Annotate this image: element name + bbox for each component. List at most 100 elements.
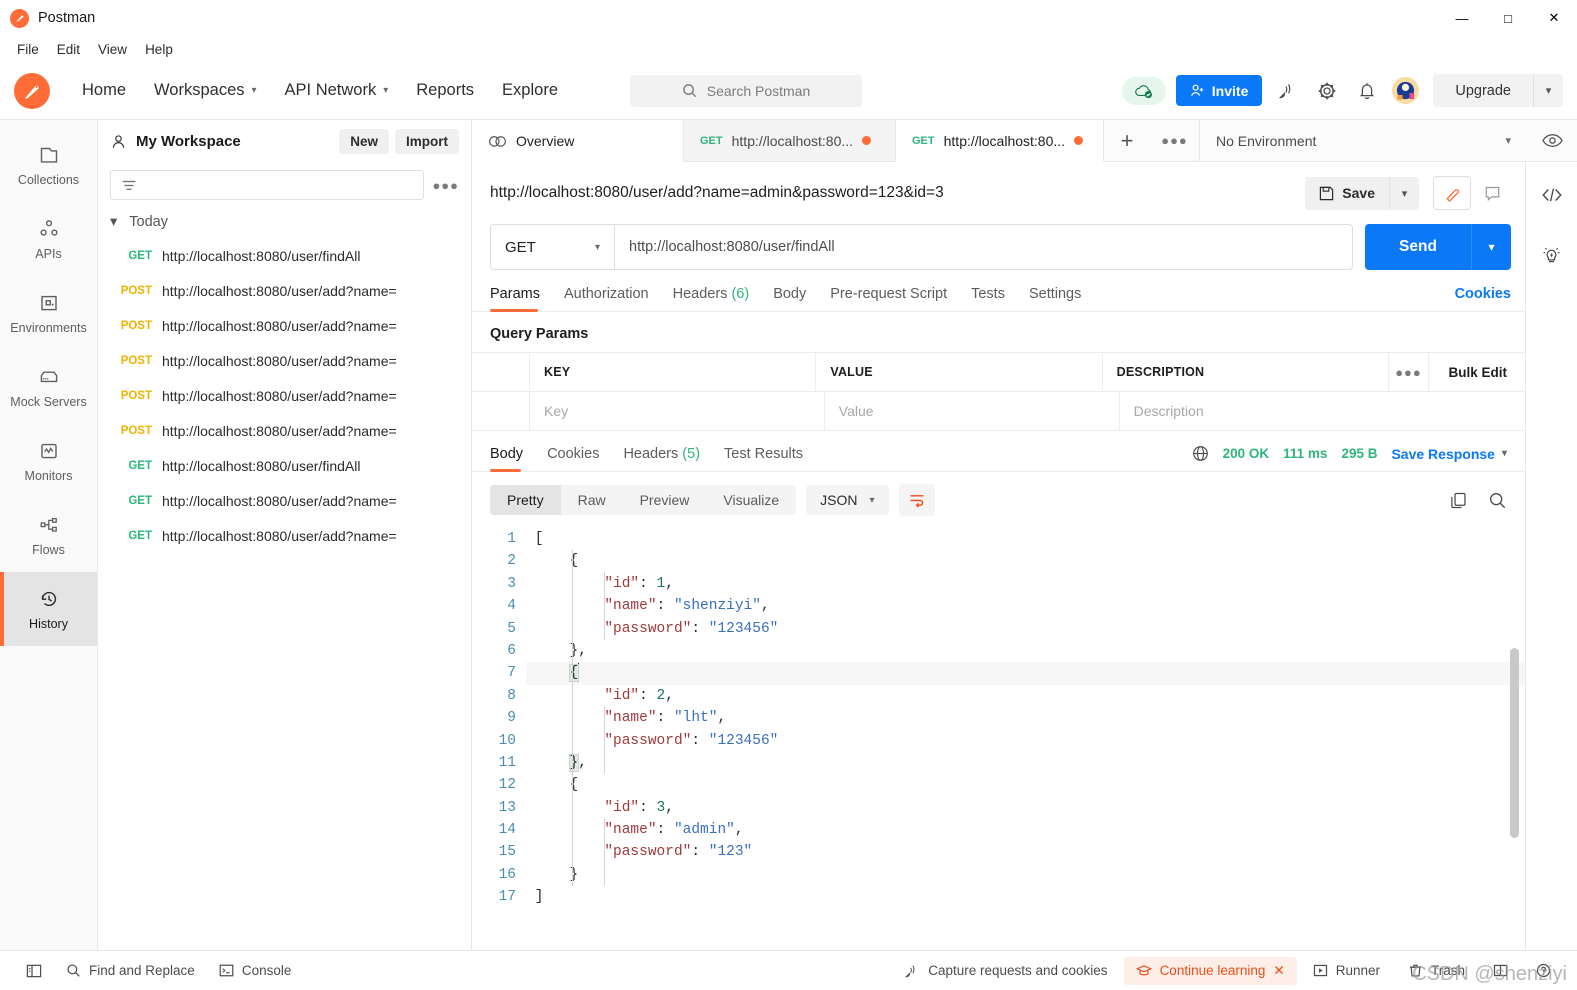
filter-input[interactable] [110,170,425,200]
list-item[interactable]: GET http://localhost:8080/user/findAll [98,238,471,273]
code-line[interactable]: ] [526,886,1525,908]
code-line[interactable]: "id": 3, [526,797,1525,819]
help-icon[interactable] [1524,957,1563,984]
nav-api-network[interactable]: API Network ▾ [271,75,403,106]
params-more-icon[interactable]: ●●● [1389,353,1429,391]
find-and-replace-button[interactable]: Find and Replace [54,957,207,984]
sidebar-item-mock-servers[interactable]: Mock Servers [0,350,97,424]
code-line[interactable]: "name": "admin", [526,819,1525,841]
code-snippet-icon[interactable] [1535,180,1569,210]
tab-overview[interactable]: Overview [472,120,684,162]
close-button[interactable]: ✕ [1531,0,1577,36]
list-item[interactable]: POST http://localhost:8080/user/add?name… [98,378,471,413]
edit-pencil-icon[interactable] [1433,176,1471,210]
sidebar-toggle-button[interactable] [14,957,54,985]
tab-more-icon[interactable]: ●●● [1150,120,1200,161]
list-item[interactable]: POST http://localhost:8080/user/add?name… [98,308,471,343]
tab-response-cookies[interactable]: Cookies [535,446,611,471]
postman-brand-logo-icon[interactable] [14,72,50,109]
nav-home[interactable]: Home [68,75,140,106]
copy-icon[interactable] [1449,491,1468,510]
code-line[interactable]: "name": "lht", [526,707,1525,729]
bulk-edit-link[interactable]: Bulk Edit [1429,353,1525,391]
list-item[interactable]: POST http://localhost:8080/user/add?name… [98,343,471,378]
http-method-select[interactable]: GET ▾ [490,224,614,270]
gear-icon[interactable] [1312,76,1342,106]
continue-learning-banner[interactable]: Continue learning ✕ [1123,956,1297,985]
tab-authorization[interactable]: Authorization [552,286,661,311]
upgrade-chevron-down-icon[interactable]: ▾ [1533,74,1563,107]
view-mode-visualize[interactable]: Visualize [706,485,796,515]
history-group-today[interactable]: ▾ Today [98,210,471,238]
menu-file[interactable]: File [8,40,48,59]
request-url-input[interactable]: http://localhost:8080/user/findAll [614,224,1353,270]
console-button[interactable]: Console [207,957,304,984]
send-chevron-down-icon[interactable]: ▾ [1471,224,1511,270]
tab-settings[interactable]: Settings [1017,286,1093,311]
list-item[interactable]: POST http://localhost:8080/user/add?name… [98,413,471,448]
tab-tests[interactable]: Tests [959,286,1017,311]
menu-view[interactable]: View [89,40,136,59]
sidebar-item-apis[interactable]: APIs [0,202,97,276]
wrap-lines-icon[interactable] [898,484,935,516]
code-line[interactable]: { [526,662,1525,685]
code-scrollbar-thumb[interactable] [1510,648,1519,838]
search-input[interactable]: Search Postman [630,74,862,107]
sidebar-item-monitors[interactable]: Monitors [0,424,97,498]
sidebar-item-environments[interactable]: Environments [0,276,97,350]
description-input[interactable]: Description [1120,392,1525,430]
tab-request-2[interactable]: GET http://localhost:80... [896,120,1104,162]
lightbulb-icon[interactable] [1535,240,1569,270]
save-chevron-down-icon[interactable]: ▾ [1389,176,1419,210]
save-response-button[interactable]: Save Response ▾ [1391,446,1507,462]
upgrade-button[interactable]: Upgrade [1433,74,1533,107]
code-line[interactable]: "id": 1, [526,573,1525,595]
response-body-code[interactable]: 1 2 3 4 5 6 7 8 9 10 11 12 13 14 15 16 17 [ { "id": 1, "… [472,528,1525,950]
view-mode-preview[interactable]: Preview [623,485,707,515]
minimize-button[interactable]: — [1439,0,1485,36]
nav-explore[interactable]: Explore [488,75,572,106]
code-line[interactable]: "name": "shenziyi", [526,595,1525,617]
import-button[interactable]: Import [395,128,459,154]
layout-toggle-icon[interactable] [1481,957,1520,984]
sidebar-item-collections[interactable]: Collections [0,128,97,202]
code-scrollbar[interactable] [1510,528,1519,950]
save-button[interactable]: Save [1305,176,1389,210]
code-line[interactable]: "id": 2, [526,685,1525,707]
new-button[interactable]: New [339,128,389,154]
environment-selector[interactable]: No Environment ▾ [1200,120,1527,161]
row-checkbox-cell[interactable] [472,392,530,430]
sidebar-more-icon[interactable]: ●●● [432,178,459,193]
view-mode-raw[interactable]: Raw [561,485,623,515]
nav-workspaces[interactable]: Workspaces ▾ [140,75,271,106]
response-format-select[interactable]: JSON ▾ [806,485,889,515]
list-item[interactable]: GET http://localhost:8080/user/add?name= [98,518,471,553]
tab-body[interactable]: Body [761,286,818,311]
tab-request-1[interactable]: GET http://localhost:80... [684,120,896,161]
tab-test-results[interactable]: Test Results [712,446,815,471]
tab-pre-request-script[interactable]: Pre-request Script [818,286,959,311]
tab-headers[interactable]: Headers (6) [661,286,762,311]
close-icon[interactable]: ✕ [1273,963,1284,979]
new-tab-button[interactable]: + [1104,120,1150,161]
send-button[interactable]: Send [1365,224,1471,270]
menu-edit[interactable]: Edit [48,40,89,59]
satellite-icon[interactable] [1272,76,1302,106]
tab-response-headers[interactable]: Headers (5) [611,446,712,471]
code-line[interactable]: { [526,550,1525,572]
code-line[interactable]: [ [526,528,1525,550]
list-item[interactable]: POST http://localhost:8080/user/add?name… [98,273,471,308]
environment-quick-look-eye-icon[interactable] [1527,120,1577,161]
code-line[interactable]: }, [526,752,1525,774]
runner-button[interactable]: Runner [1301,957,1392,984]
invite-button[interactable]: Invite [1175,75,1263,106]
comment-icon[interactable] [1473,176,1511,210]
view-mode-pretty[interactable]: Pretty [490,485,561,515]
trash-button[interactable]: Trash [1396,957,1477,984]
menu-help[interactable]: Help [136,40,182,59]
sidebar-item-history[interactable]: History [0,572,97,646]
code-line[interactable]: } [526,864,1525,886]
tab-response-body[interactable]: Body [490,446,535,472]
search-icon[interactable] [1488,491,1507,510]
nav-reports[interactable]: Reports [402,75,488,106]
